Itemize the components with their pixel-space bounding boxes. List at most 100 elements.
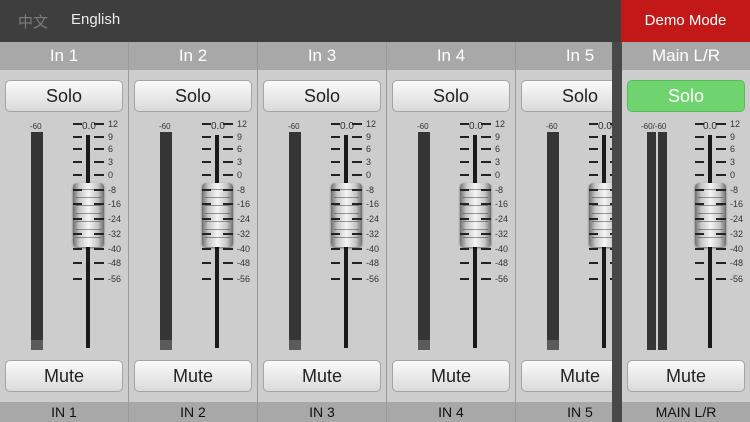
language-chinese-button[interactable]: 中文 xyxy=(18,11,48,32)
scale-tick xyxy=(460,218,469,220)
scale-tick xyxy=(331,262,340,264)
level-meter xyxy=(31,132,43,350)
scale-label: 6 xyxy=(108,144,114,154)
scale-label: -48 xyxy=(108,258,122,268)
mute-button[interactable]: Mute xyxy=(5,360,123,392)
knob-grip-line xyxy=(334,221,359,222)
scale-tick xyxy=(481,148,491,150)
mute-button[interactable]: Mute xyxy=(134,360,252,392)
channel-strip: In 2 Solo -60 0.0 Mute IN 2 12 9 6 3 0 -8 -16-… xyxy=(129,42,258,422)
scale-label: 0 xyxy=(237,170,243,180)
scale-label: -16 xyxy=(366,199,380,209)
scale-tick xyxy=(589,174,598,176)
fader-knob[interactable] xyxy=(73,183,104,247)
scale-label: -24 xyxy=(495,214,509,224)
scale-tick xyxy=(481,136,491,138)
scale-tick xyxy=(202,278,211,280)
scale-tick xyxy=(223,174,233,176)
scale-tick xyxy=(352,233,362,235)
scale-tick xyxy=(589,189,598,191)
knob-grip-line xyxy=(463,221,488,222)
language-english-button[interactable]: English xyxy=(71,11,120,28)
scale-label: 6 xyxy=(237,144,243,154)
scale-tick xyxy=(716,262,726,264)
meter-peak-label: -60 xyxy=(417,122,429,131)
level-meter-floor xyxy=(547,340,559,350)
scale-tick xyxy=(716,189,726,191)
scale-tick xyxy=(94,218,104,220)
scale-label: -56 xyxy=(108,274,122,284)
fader-knob[interactable] xyxy=(460,183,491,247)
meter-peak-label: -60 xyxy=(30,122,42,131)
scale-tick xyxy=(352,218,362,220)
scale-tick xyxy=(73,278,82,280)
knob-grip-line xyxy=(698,205,723,206)
fader-knob[interactable] xyxy=(331,183,362,247)
scale-label: -24 xyxy=(366,214,380,224)
mute-button[interactable]: Mute xyxy=(521,360,612,392)
scale-tick xyxy=(202,174,211,176)
solo-button[interactable]: Solo xyxy=(627,80,745,112)
channel-label: IN 3 xyxy=(258,402,386,422)
scale-tick xyxy=(352,148,362,150)
scale-label: 9 xyxy=(237,132,243,142)
scale-tick xyxy=(460,148,469,150)
scale-tick xyxy=(716,148,726,150)
level-meter xyxy=(289,132,301,350)
solo-button[interactable]: Solo xyxy=(263,80,381,112)
channel-label: IN 2 xyxy=(129,402,257,422)
meter-peak-label: -60 xyxy=(159,122,171,131)
scale-label: -16 xyxy=(730,199,744,209)
scale-label: -16 xyxy=(495,199,509,209)
knob-grip-line xyxy=(463,237,488,238)
scale-tick xyxy=(460,262,469,264)
scale-tick xyxy=(202,148,211,150)
scale-label: 3 xyxy=(730,157,736,167)
knob-grip-line xyxy=(698,213,723,214)
scale-tick xyxy=(223,203,233,205)
scale-tick xyxy=(331,189,340,191)
channel-name: In 2 xyxy=(129,42,257,70)
scale-label: -8 xyxy=(495,185,504,195)
scale-tick xyxy=(223,218,233,220)
solo-button[interactable]: Solo xyxy=(392,80,510,112)
scale-label: -56 xyxy=(495,274,509,284)
solo-button[interactable]: Solo xyxy=(134,80,252,112)
level-meter xyxy=(160,132,172,350)
scale-tick xyxy=(589,203,598,205)
meter-peak-label: -60/-60 xyxy=(641,122,667,131)
scale-tick xyxy=(94,278,104,280)
mute-button[interactable]: Mute xyxy=(627,360,745,392)
scale-tick xyxy=(73,262,82,264)
scale-label: -48 xyxy=(366,258,380,268)
fader-knob[interactable] xyxy=(202,183,233,247)
scale-tick xyxy=(352,161,362,163)
knob-grip-line xyxy=(205,237,230,238)
master-divider xyxy=(612,42,622,422)
mute-button[interactable]: Mute xyxy=(392,360,510,392)
knob-grip-line xyxy=(334,213,359,214)
scale-tick xyxy=(94,233,104,235)
scale-label: 12 xyxy=(237,119,248,129)
scale-tick xyxy=(94,174,104,176)
scale-tick xyxy=(481,174,491,176)
scale-tick xyxy=(73,248,82,250)
scale-tick xyxy=(352,203,362,205)
knob-grip-line xyxy=(592,229,612,230)
scale-label: 9 xyxy=(108,132,114,142)
demo-mode-button[interactable]: Demo Mode xyxy=(621,0,750,42)
channel-label: IN 5 xyxy=(516,402,612,422)
scale-label: -8 xyxy=(730,185,739,195)
scale-tick xyxy=(716,174,726,176)
scale-tick xyxy=(94,136,104,138)
scale-tick xyxy=(589,218,598,220)
solo-button[interactable]: Solo xyxy=(521,80,612,112)
scale-tick xyxy=(202,203,211,205)
mute-button[interactable]: Mute xyxy=(263,360,381,392)
fader-knob[interactable] xyxy=(695,183,726,247)
scale-tick xyxy=(223,123,233,125)
scale-label: 12 xyxy=(495,119,506,129)
fader-knob[interactable] xyxy=(589,183,612,247)
solo-button[interactable]: Solo xyxy=(5,80,123,112)
scale-label: -16 xyxy=(108,199,122,209)
